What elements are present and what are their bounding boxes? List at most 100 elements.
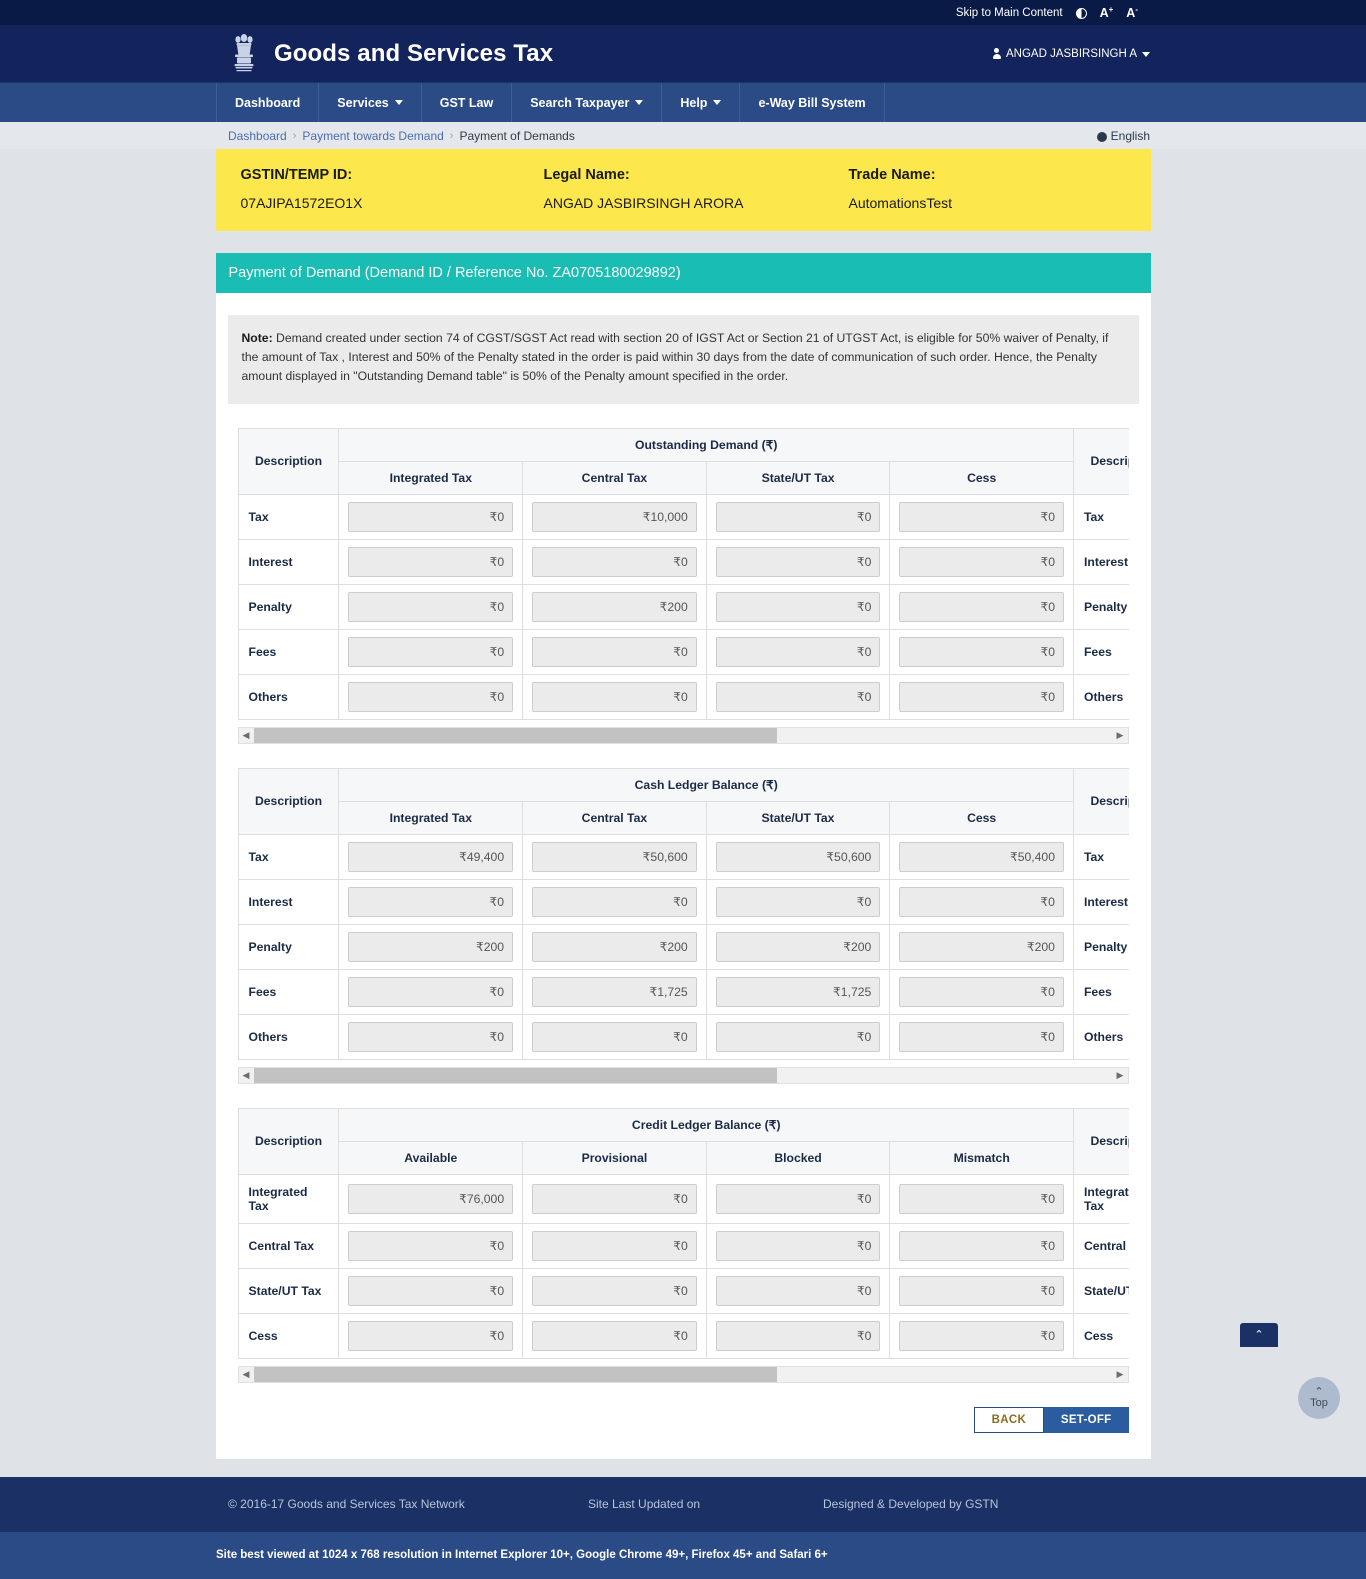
outstanding-others-cess-input[interactable] bbox=[899, 682, 1064, 712]
main-navigation: Dashboard Services GST Law Search Taxpay… bbox=[0, 82, 1366, 122]
outstanding-fees-integrated-input[interactable] bbox=[348, 637, 513, 667]
back-to-top-button[interactable]: ⌃ Top bbox=[1298, 1377, 1340, 1419]
credit-cess-blocked-input[interactable] bbox=[716, 1321, 881, 1351]
credit-ledger-horizontal-scrollbar[interactable]: ◀ ▶ bbox=[238, 1366, 1129, 1383]
nav-item-eway-bill-system[interactable]: e-Way Bill System bbox=[740, 83, 884, 122]
cash-interest-cess-input[interactable] bbox=[899, 887, 1064, 917]
scrollbar-thumb[interactable] bbox=[254, 1068, 778, 1083]
credit-central-mismatch-input[interactable] bbox=[899, 1231, 1064, 1261]
scroll-right-arrow-icon[interactable]: ▶ bbox=[1113, 728, 1128, 743]
nav-item-gst-law[interactable]: GST Law bbox=[422, 83, 512, 122]
credit-state-mismatch-input[interactable] bbox=[899, 1276, 1064, 1306]
credit-integrated-provisional-input[interactable] bbox=[532, 1184, 697, 1214]
scrollbar-thumb[interactable] bbox=[254, 728, 778, 743]
nav-item-help[interactable]: Help bbox=[662, 83, 740, 122]
outstanding-fees-cess-input[interactable] bbox=[899, 637, 1064, 667]
outstanding-tax-state-input[interactable] bbox=[716, 502, 881, 532]
cash-penalty-state-input[interactable] bbox=[716, 932, 881, 962]
scrollbar-track[interactable] bbox=[254, 1367, 1113, 1382]
credit-cess-mismatch-input[interactable] bbox=[899, 1321, 1064, 1351]
row-label-penalty-2: Penalty bbox=[1073, 924, 1128, 969]
cash-interest-state-input[interactable] bbox=[716, 887, 881, 917]
cash-interest-integrated-input[interactable] bbox=[348, 887, 513, 917]
column-header-description: Description bbox=[238, 768, 339, 834]
outstanding-others-state-input[interactable] bbox=[716, 682, 881, 712]
outstanding-interest-cess-input[interactable] bbox=[899, 547, 1064, 577]
scroll-left-arrow-icon[interactable]: ◀ bbox=[239, 1068, 254, 1083]
outstanding-penalty-state-input[interactable] bbox=[716, 592, 881, 622]
cash-tax-central-input[interactable] bbox=[532, 842, 697, 872]
outstanding-tax-central-input[interactable] bbox=[532, 502, 697, 532]
table-row: Interest Interest bbox=[238, 539, 1129, 584]
credit-state-available-input[interactable] bbox=[348, 1276, 513, 1306]
outstanding-fees-state-input[interactable] bbox=[716, 637, 881, 667]
scrollbar-track[interactable] bbox=[254, 728, 1113, 743]
outstanding-others-central-input[interactable] bbox=[532, 682, 697, 712]
outstanding-interest-integrated-input[interactable] bbox=[348, 547, 513, 577]
row-label-penalty-2: Penalty bbox=[1073, 584, 1128, 629]
credit-cess-provisional-input[interactable] bbox=[532, 1321, 697, 1351]
cash-others-state-input[interactable] bbox=[716, 1022, 881, 1052]
outstanding-penalty-central-input[interactable] bbox=[532, 592, 697, 622]
language-selector[interactable]: English bbox=[1097, 129, 1150, 143]
cash-tax-cess-input[interactable] bbox=[899, 842, 1064, 872]
outstanding-tax-integrated-input[interactable] bbox=[348, 502, 513, 532]
contrast-icon[interactable] bbox=[1076, 8, 1087, 19]
outstanding-fees-central-input[interactable] bbox=[532, 637, 697, 667]
outstanding-penalty-cess-input[interactable] bbox=[899, 592, 1064, 622]
cash-fees-integrated-input[interactable] bbox=[348, 977, 513, 1007]
cash-fees-central-input[interactable] bbox=[532, 977, 697, 1007]
cash-others-cess-input[interactable] bbox=[899, 1022, 1064, 1052]
row-label-fees: Fees bbox=[238, 629, 339, 674]
cash-penalty-central-input[interactable] bbox=[532, 932, 697, 962]
outstanding-demand-horizontal-scrollbar[interactable]: ◀ ▶ bbox=[238, 727, 1129, 744]
nav-item-search-taxpayer[interactable]: Search Taxpayer bbox=[512, 83, 662, 122]
cash-penalty-cess-input[interactable] bbox=[899, 932, 1064, 962]
credit-central-available-input[interactable] bbox=[348, 1231, 513, 1261]
scroll-left-arrow-icon[interactable]: ◀ bbox=[239, 728, 254, 743]
credit-central-provisional-input[interactable] bbox=[532, 1231, 697, 1261]
cash-fees-cess-input[interactable] bbox=[899, 977, 1064, 1007]
row-label-others: Others bbox=[238, 674, 339, 719]
scrollbar-track[interactable] bbox=[254, 1068, 1113, 1083]
scroll-right-arrow-icon[interactable]: ▶ bbox=[1113, 1367, 1128, 1382]
outstanding-tax-cess-input[interactable] bbox=[899, 502, 1064, 532]
table-row: Others Others bbox=[238, 1014, 1129, 1059]
nav-item-dashboard[interactable]: Dashboard bbox=[216, 83, 319, 122]
cash-interest-central-input[interactable] bbox=[532, 887, 697, 917]
cash-fees-state-input[interactable] bbox=[716, 977, 881, 1007]
cash-tax-state-input[interactable] bbox=[716, 842, 881, 872]
font-decrease-button[interactable]: A- bbox=[1126, 5, 1138, 20]
scroll-left-arrow-icon[interactable]: ◀ bbox=[239, 1367, 254, 1382]
credit-integrated-mismatch-input[interactable] bbox=[899, 1184, 1064, 1214]
breadcrumb-payment-towards-demand[interactable]: Payment towards Demand bbox=[302, 129, 443, 143]
back-button[interactable]: BACK bbox=[974, 1407, 1044, 1433]
nav-item-services[interactable]: Services bbox=[319, 83, 421, 122]
credit-central-blocked-input[interactable] bbox=[716, 1231, 881, 1261]
cash-tax-integrated-input[interactable] bbox=[348, 842, 513, 872]
cash-ledger-horizontal-scrollbar[interactable]: ◀ ▶ bbox=[238, 1067, 1129, 1084]
breadcrumb-dashboard[interactable]: Dashboard bbox=[228, 129, 287, 143]
skip-to-main-content-link[interactable]: Skip to Main Content bbox=[956, 7, 1063, 19]
credit-cess-available-input[interactable] bbox=[348, 1321, 513, 1351]
outstanding-interest-state-input[interactable] bbox=[716, 547, 881, 577]
cash-others-central-input[interactable] bbox=[532, 1022, 697, 1052]
user-menu[interactable]: ANGAD JASBIRSINGH A bbox=[993, 48, 1150, 60]
scrollbar-thumb[interactable] bbox=[254, 1367, 778, 1382]
outstanding-penalty-integrated-input[interactable] bbox=[348, 592, 513, 622]
font-increase-button[interactable]: A+ bbox=[1100, 5, 1114, 20]
outstanding-interest-central-input[interactable] bbox=[532, 547, 697, 577]
table-header-row: Integrated Tax Central Tax State/UT Tax … bbox=[238, 461, 1129, 494]
outstanding-others-integrated-input[interactable] bbox=[348, 682, 513, 712]
row-label-interest: Interest bbox=[238, 539, 339, 584]
cash-others-integrated-input[interactable] bbox=[348, 1022, 513, 1052]
credit-integrated-available-input[interactable] bbox=[348, 1184, 513, 1214]
credit-state-provisional-input[interactable] bbox=[532, 1276, 697, 1306]
cash-penalty-integrated-input[interactable] bbox=[348, 932, 513, 962]
credit-state-blocked-input[interactable] bbox=[716, 1276, 881, 1306]
set-off-button[interactable]: SET-OFF bbox=[1044, 1407, 1129, 1433]
scroll-top-tab[interactable]: ⌃ bbox=[1240, 1323, 1278, 1347]
credit-integrated-blocked-input[interactable] bbox=[716, 1184, 881, 1214]
scroll-right-arrow-icon[interactable]: ▶ bbox=[1113, 1068, 1128, 1083]
row-label-cess-2: Cess bbox=[1073, 1313, 1128, 1358]
